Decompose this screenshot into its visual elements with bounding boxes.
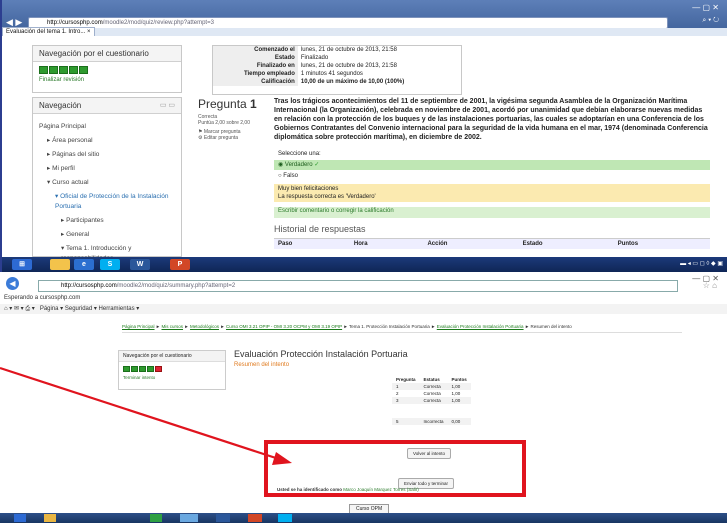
top-screenshot: — ▢ ✕ ◀ ▶ http://cursosphp.com/moodle2/m… (0, 0, 727, 272)
attempt-summary: Comenzado el lunes, 21 de octubre de 2013… (212, 45, 462, 95)
feedback-box: Muy bien felicitaciones La respuesta cor… (274, 184, 710, 202)
back-button[interactable]: ◀ (6, 277, 32, 291)
window-controls[interactable]: — ▢ ✕ (692, 3, 719, 12)
table-row-blank (392, 404, 471, 418)
powerpoint-icon[interactable] (248, 514, 262, 522)
finish-review-link[interactable]: Finalizar revisión (33, 76, 181, 84)
question-heading: Pregunta 1 (198, 97, 257, 111)
comment-link[interactable]: Escribir comentario o corregir la califi… (274, 207, 710, 218)
word-icon[interactable]: W (130, 259, 150, 270)
page-title: Evaluación Protección Instalación Portua… (234, 349, 408, 359)
skype-icon[interactable] (278, 514, 292, 522)
address-bar[interactable]: http://cursosphp.com/moodle2/mod/quiz/su… (38, 280, 678, 292)
page-subtitle: Resumen del intento (234, 362, 290, 368)
table-row: 1 Correcta 1,00 (392, 383, 471, 390)
question-button[interactable] (69, 66, 78, 74)
nav-item-site-pages[interactable]: ▸ Páginas del sitio (39, 150, 175, 160)
navigation-block: Navegación ▭ ▭ Página Principal ▸ Área pe… (32, 97, 182, 262)
radio-checked-icon: ◉ (278, 162, 284, 168)
gear-icon: ⚙ (198, 135, 203, 141)
browser-icon[interactable]: e (74, 259, 94, 270)
back-icon: ◀ (6, 277, 19, 290)
quiz-nav-block: Navegación por el cuestionario Finalizar… (32, 45, 182, 93)
question-grade: Puntúa 2,00 sobre 2,00 (198, 120, 250, 126)
select-one-label: Seleccione una: (278, 151, 321, 157)
finish-attempt-link[interactable]: Terminar intento (119, 374, 225, 381)
navigation-title: Navegación ▭ ▭ (33, 98, 181, 114)
question-button[interactable] (147, 366, 154, 372)
skype-icon[interactable]: S (100, 259, 120, 270)
word-icon[interactable] (216, 514, 230, 522)
summary-row: Calificación 10,00 de un máximo de 10,00 … (213, 78, 461, 86)
browser-icon[interactable] (180, 514, 198, 522)
radio-icon: ○ (278, 173, 282, 179)
history-title: Historial de respuestas (274, 224, 366, 234)
summary-row: Comenzado el lunes, 21 de octubre de 2013… (213, 46, 461, 54)
folder-icon[interactable] (50, 259, 70, 270)
system-tray[interactable]: ▬ ◂ ▭ ◻ ◊ ◆ ▣ (680, 260, 723, 267)
question-button[interactable] (39, 66, 48, 74)
feedback-right-answer: La respuesta correcta es 'Verdadero' (278, 194, 376, 200)
nav-item-general[interactable]: ▸ General (39, 230, 175, 240)
breadcrumb: Página Principal ► Mis cursos ► Metodoló… (122, 324, 682, 333)
quiz-nav-block: Navegación por el cuestionario Terminar … (118, 350, 226, 390)
history-header-row: Paso Hora Acción Estado Puntos (274, 238, 710, 249)
nav-item-profile[interactable]: ▸ Mi perfil (39, 164, 175, 174)
question-button[interactable] (155, 366, 162, 372)
nav-item-home[interactable]: Página Principal (39, 122, 175, 132)
response-history: Historial de respuestas Paso Hora Acción… (274, 224, 710, 249)
table-header-row: Pregunta Estatus Puntos (396, 377, 467, 382)
summary-row: Tiempo empleado 1 minutos 41 segundos (213, 70, 461, 78)
nav-item-course[interactable]: ▾ Oficial de Protección de la Instalació… (39, 192, 175, 212)
tab-strip (2, 28, 727, 36)
table-row: 3 Correcta 1,00 (392, 397, 471, 404)
edit-question-link[interactable]: ⚙ Editar pregunta (198, 135, 270, 141)
question-text: Tras los trágicos acontecimientos del 11… (274, 98, 708, 141)
question-buttons (119, 362, 225, 374)
url-host: http://cursosphp.com (47, 20, 103, 26)
question-buttons (33, 62, 181, 76)
powerpoint-icon[interactable]: P (170, 259, 190, 270)
windows-taskbar: ⊞ e S W P ▬ ◂ ▭ ◻ ◊ ◆ ▣ (2, 257, 727, 272)
summary-row: Estado Finalizado (213, 54, 461, 62)
start-icon[interactable]: ⊞ (12, 259, 32, 270)
ie-toolbar[interactable]: ⌂ ▾ ✉ ▾ ⎙ ▾ Página ▾ Seguridad ▾ Herrami… (0, 304, 727, 314)
star-icon[interactable]: ☆ ⌂ (703, 281, 717, 290)
option-false[interactable]: ○ Falso (274, 172, 710, 182)
table-row: 2 Correcta 1,00 (396, 391, 461, 396)
attempt-summary-table: Pregunta Estatus Puntos 1 Correcta 1,00 2C… (392, 376, 471, 425)
question-button[interactable] (59, 66, 68, 74)
question-button[interactable] (131, 366, 138, 372)
url-path: /moodle2/mod/quiz/review.php?attempt=3 (102, 20, 214, 26)
block-controls-icon[interactable]: ▭ ▭ (160, 101, 175, 109)
feedback-general: Muy bien felicitaciones (278, 186, 339, 192)
nav-item-participants[interactable]: ▸ Participantes (39, 216, 175, 226)
folder-icon[interactable] (44, 514, 56, 522)
summary-row: Finalizado en lunes, 21 de octubre de 201… (213, 62, 461, 70)
quiz-nav-title: Navegación por el cuestionario (33, 46, 181, 62)
status-text: Esperando a cursosphp.com (4, 295, 81, 301)
question-button[interactable] (49, 66, 58, 74)
question-button[interactable] (123, 366, 130, 372)
question-button[interactable] (79, 66, 88, 74)
nav-item-current-course[interactable]: ▾ Curso actual (39, 178, 175, 188)
search-icon[interactable]: ⌕ ▾ ↻ (702, 17, 719, 25)
quiz-nav-title: Navegación por el cuestionario (119, 351, 225, 362)
app-icon[interactable] (150, 514, 162, 522)
home-icon: ⌂ (4, 306, 8, 312)
table-row: 5 Incorrecta 0,00 (392, 418, 471, 425)
windows-taskbar (0, 513, 727, 523)
highlight-box (264, 440, 526, 497)
nav-item-dashboard[interactable]: ▸ Área personal (39, 136, 175, 146)
question-info: Pregunta 1 Correcta Puntúa 2,00 sobre 2,… (198, 97, 270, 157)
check-icon: ✓ (314, 162, 320, 168)
browser-tab[interactable]: Evaluación del tema 1. Intro... × (2, 27, 95, 36)
question-button[interactable] (139, 366, 146, 372)
option-true[interactable]: ◉ Verdadero ✓ (274, 160, 710, 170)
start-icon[interactable] (14, 514, 26, 522)
